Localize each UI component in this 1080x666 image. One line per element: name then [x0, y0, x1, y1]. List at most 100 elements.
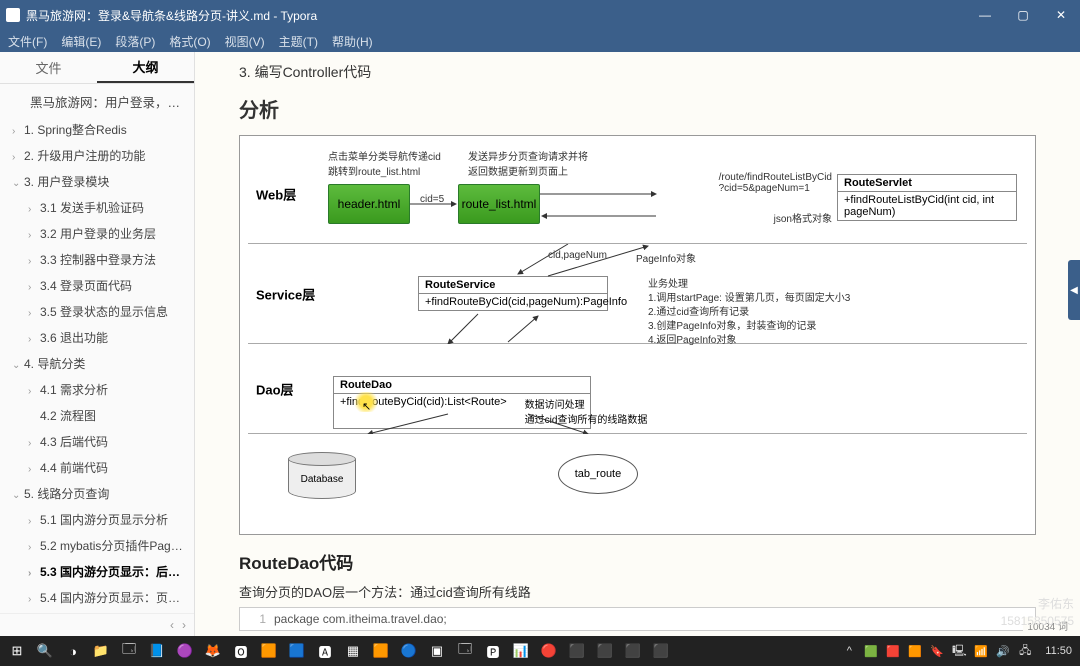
tab-files[interactable]: 文件 — [0, 52, 97, 83]
taskbar-app-icon[interactable]: 🟧 — [256, 638, 282, 664]
outline-tree[interactable]: 黑马旅游网：用户登录，导航条，线路分页›1. Spring整合Redis›2. … — [0, 84, 194, 613]
tray-icon[interactable]: 📶 — [973, 643, 989, 659]
note-send: 发送异步分页查询请求并将 返回数据更新到页面上 — [468, 148, 588, 178]
box-title: RouteService — [419, 277, 607, 294]
layer-label-service: Service层 — [256, 284, 315, 303]
menu-item[interactable]: 主题(T) — [279, 33, 318, 50]
close-button[interactable]: ✕ — [1042, 0, 1080, 30]
taskbar-app-icon[interactable]: ⬛ — [564, 638, 590, 664]
tray-icon[interactable]: 🟩 — [863, 643, 879, 659]
lbl-pageinfo: PageInfo对象 — [636, 250, 696, 265]
taskbar-app-icon[interactable]: 🅿 — [480, 638, 506, 664]
menu-item[interactable]: 编辑(E) — [61, 33, 101, 50]
line-number: 1 — [248, 612, 266, 626]
tab-outline[interactable]: 大纲 — [97, 52, 194, 83]
taskbar-app-icon[interactable]: ◑ — [60, 638, 86, 664]
chevron-icon: › — [12, 124, 22, 139]
maximize-button[interactable]: ▢ — [1004, 0, 1042, 30]
menu-item[interactable]: 格式(O) — [169, 33, 210, 50]
outline-item[interactable]: ›4.4 前端代码 — [0, 455, 194, 481]
tray-icon[interactable]: 🟥 — [885, 643, 901, 659]
outline-item[interactable]: ⌄4. 导航分类 — [0, 351, 194, 377]
outline-item[interactable]: ⌄5. 线路分页查询 — [0, 481, 194, 507]
taskbar-app-icon[interactable]: ⬛ — [592, 638, 618, 664]
tray-icon[interactable]: 🔊 — [995, 643, 1011, 659]
outline-item[interactable]: ⌄3. 用户登录模块 — [0, 169, 194, 195]
taskbar-app-icon[interactable]: 📊 — [508, 638, 534, 664]
taskbar-app-icon[interactable]: 🟧 — [368, 638, 394, 664]
outline-item[interactable]: ›3.3 控制器中登录方法 — [0, 247, 194, 273]
chevron-icon: › — [28, 540, 38, 555]
nav-forward-button[interactable]: › — [182, 618, 186, 632]
outline-item-label: 3.3 控制器中登录方法 — [40, 253, 156, 267]
outline-item-label: 2. 升级用户注册的功能 — [24, 149, 145, 163]
nav-back-button[interactable]: ‹ — [170, 618, 174, 632]
taskbar-app-icon[interactable]: 🟣 — [172, 638, 198, 664]
tray-icon[interactable]: 🖳 — [951, 643, 967, 659]
taskbar-app-icon[interactable]: ▣ — [424, 638, 450, 664]
tray-icon[interactable]: 🟧 — [907, 643, 923, 659]
note-servlet-url: /route/findRouteListByCid ?cid=5&pageNum… — [719, 172, 832, 194]
heading-routedao-code: RouteDao代码 — [239, 549, 1036, 574]
taskbar-app-icon[interactable]: ⬛ — [620, 638, 646, 664]
tab-route-node: tab_route — [558, 454, 638, 494]
tray-icon[interactable]: ^ — [841, 643, 857, 659]
taskbar-app-icon[interactable]: 🦊 — [200, 638, 226, 664]
taskbar-app-icon[interactable]: ⊞ — [4, 638, 30, 664]
tray-icon[interactable]: 🖧 — [1017, 643, 1033, 659]
taskbar-app-icon[interactable]: 🔴 — [536, 638, 562, 664]
minimize-button[interactable]: — — [966, 0, 1004, 30]
outline-item[interactable]: ›2. 升级用户注册的功能 — [0, 143, 194, 169]
titlebar: 黑马旅游网：登录&导航条&线路分页-讲义.md - Typora — ▢ ✕ — [0, 0, 1080, 30]
taskbar-clock[interactable]: 11:50 — [1045, 645, 1072, 657]
menu-item[interactable]: 文件(F) — [8, 33, 47, 50]
taskbar-app-icon[interactable]: 🔍 — [32, 638, 58, 664]
outline-item[interactable]: 4.2 流程图 — [0, 403, 194, 429]
taskbar-app-icon[interactable]: ⬛ — [648, 638, 674, 664]
outline-item-label: 3.5 登录状态的显示信息 — [40, 305, 168, 319]
taskbar-app-icon[interactable]: 🗔 — [116, 638, 142, 664]
tray-icon[interactable]: 🔖 — [929, 643, 945, 659]
taskbar-app-icon[interactable]: 🗔 — [452, 638, 478, 664]
taskbar-app-icon[interactable]: 📘 — [144, 638, 170, 664]
outline-item[interactable]: ›3.1 发送手机验证码 — [0, 195, 194, 221]
mouse-pointer-icon: ↖ — [362, 400, 371, 413]
taskbar-app-icon[interactable]: 📁 — [88, 638, 114, 664]
menu-item[interactable]: 段落(P) — [115, 33, 155, 50]
outline-item[interactable]: ›4.3 后端代码 — [0, 429, 194, 455]
editor-content[interactable]: 3. 编写Controller代码 分析 Web层 点击菜单分类导航传递cid … — [195, 52, 1080, 636]
outline-item-label: 3.6 退出功能 — [40, 331, 108, 345]
taskbar-app-icon[interactable]: 🅾 — [228, 638, 254, 664]
word-count[interactable]: 10034 词 — [1023, 617, 1072, 634]
outline-item[interactable]: ›4.1 需求分析 — [0, 377, 194, 403]
outline-item-label: 5.3 国内游分页显示：后端代码 — [40, 565, 194, 579]
chevron-icon: ⌄ — [12, 488, 22, 503]
outline-item-label: 4.2 流程图 — [40, 409, 96, 423]
menu-item[interactable]: 视图(V) — [225, 33, 265, 50]
taskbar-app-icon[interactable]: 🅰 — [312, 638, 338, 664]
note-json-obj: json格式对象 — [774, 210, 832, 225]
database-cylinder: Database — [288, 452, 356, 502]
code-block[interactable]: 1 package com.itheima.travel.dao; — [239, 607, 1036, 631]
right-panel-toggle[interactable]: ◀ — [1068, 260, 1080, 320]
outline-item[interactable]: 黑马旅游网：用户登录，导航条，线路分页 — [0, 90, 194, 117]
outline-item[interactable]: ›3.2 用户登录的业务层 — [0, 221, 194, 247]
outline-item[interactable]: ›3.4 登录页面代码 — [0, 273, 194, 299]
taskbar-app-icon[interactable]: ▦ — [340, 638, 366, 664]
outline-item[interactable]: ›5.2 mybatis分页插件PageHelper的使用 — [0, 533, 194, 559]
outline-item[interactable]: ›3.6 退出功能 — [0, 325, 194, 351]
outline-item[interactable]: ›5.1 国内游分页显示分析 — [0, 507, 194, 533]
box-routeservice: RouteService +findRouteByCid(cid,pageNum… — [418, 276, 608, 311]
outline-item[interactable]: ›3.5 登录状态的显示信息 — [0, 299, 194, 325]
outline-item-label: 5.4 国内游分页显示：页面数据显示 — [40, 591, 194, 605]
outline-item-label: 5.2 mybatis分页插件PageHelper的使用 — [40, 539, 194, 553]
taskbar-app-icon[interactable]: 🟦 — [284, 638, 310, 664]
outline-item[interactable]: ›5.3 国内游分页显示：后端代码 — [0, 559, 194, 585]
outline-item-label: 4.1 需求分析 — [40, 383, 108, 397]
app-icon — [6, 8, 20, 22]
outline-item[interactable]: ›5.4 国内游分页显示：页面数据显示 — [0, 585, 194, 611]
outline-item-label: 1. Spring整合Redis — [24, 123, 127, 137]
menu-item[interactable]: 帮助(H) — [332, 33, 373, 50]
taskbar-app-icon[interactable]: 🔵 — [396, 638, 422, 664]
outline-item[interactable]: ›1. Spring整合Redis — [0, 117, 194, 143]
